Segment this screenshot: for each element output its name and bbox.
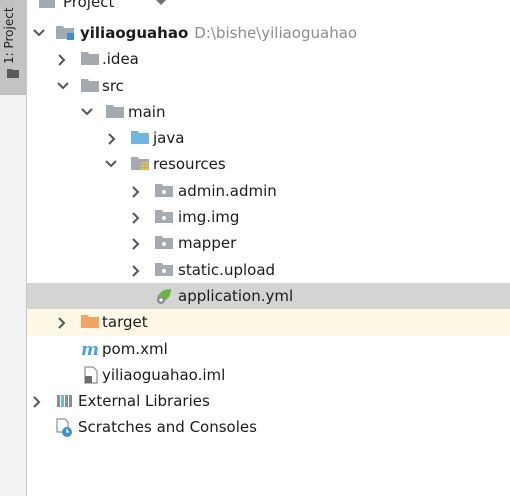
scratches-icon: [56, 418, 72, 438]
project-tool-tab[interactable]: 1: Project: [0, 0, 26, 95]
tree-row-mapper[interactable]: mapper: [27, 230, 510, 256]
idea-label: .idea: [102, 50, 139, 69]
chevron-right-icon[interactable]: [32, 396, 42, 408]
source-folder-icon: [131, 131, 149, 145]
chevron-down-icon[interactable]: [105, 159, 117, 169]
tree-row-application[interactable]: application.yml: [27, 282, 510, 310]
package-folder-icon: [155, 210, 173, 224]
tree-row-idea[interactable]: .idea: [27, 46, 510, 72]
pom-label: pom.xml: [102, 339, 168, 358]
tree-row-img[interactable]: img.img: [27, 204, 510, 230]
chevron-down-icon[interactable]: [81, 107, 93, 117]
tree-row-root[interactable]: yiliaoguahao D:\bishe\yiliaoguahao: [27, 20, 510, 46]
tree-row-scratches[interactable]: Scratches and Consoles: [27, 414, 510, 440]
chevron-right-icon[interactable]: [57, 317, 67, 329]
spring-config-icon: [156, 288, 171, 304]
chevron-down-icon[interactable]: [57, 81, 69, 91]
folder-icon: [7, 69, 19, 78]
resources-label: resources: [153, 155, 226, 174]
root-name: yiliaoguahao: [80, 24, 189, 42]
img-label: img.img: [178, 208, 240, 227]
tree-row-main[interactable]: main: [27, 99, 510, 125]
libraries-icon: [57, 395, 72, 408]
external-libraries-label: External Libraries: [78, 392, 210, 411]
tree-row-target[interactable]: target: [27, 309, 510, 336]
chevron-right-icon[interactable]: [107, 133, 117, 145]
chevron-down-icon[interactable]: [33, 28, 45, 38]
iml-label: yiliaoguahao.iml: [102, 365, 226, 384]
chevron-right-icon[interactable]: [131, 264, 141, 277]
package-folder-icon: [155, 262, 173, 276]
project-tree: yiliaoguahao D:\bishe\yiliaoguahao .idea …: [27, 20, 510, 441]
folder-icon: [81, 52, 99, 66]
tree-row-java[interactable]: java: [27, 125, 510, 151]
src-label: src: [102, 76, 124, 95]
chevron-down-icon[interactable]: [155, 0, 167, 7]
tree-row-admin[interactable]: admin.admin: [27, 178, 510, 204]
chevron-right-icon[interactable]: [57, 54, 67, 67]
project-header: Project: [27, 0, 510, 15]
resources-folder-icon: [131, 157, 149, 171]
module-file-icon: [84, 366, 98, 384]
scratches-label: Scratches and Consoles: [78, 418, 257, 437]
tree-row-iml[interactable]: yiliaoguahao.iml: [27, 362, 510, 388]
folder-icon: [106, 104, 124, 118]
tree-row-resources[interactable]: resources: [27, 151, 510, 177]
application-label: application.yml: [178, 286, 294, 305]
package-folder-icon: [155, 183, 173, 197]
tool-window-strip: 1: Project: [0, 0, 27, 496]
static-label: static.upload: [178, 260, 276, 279]
root-path: D:\bishe\yiliaoguahao: [194, 24, 358, 42]
folder-icon: [81, 78, 99, 92]
tree-row-src[interactable]: src: [27, 73, 510, 99]
chevron-right-icon[interactable]: [131, 186, 141, 198]
mapper-label: mapper: [178, 234, 237, 253]
main-label: main: [128, 102, 166, 121]
maven-icon: m: [81, 340, 99, 358]
project-tab-label: 1: Project: [2, 7, 16, 64]
java-label: java: [153, 129, 185, 148]
tree-row-external-libraries[interactable]: External Libraries: [27, 388, 510, 414]
package-folder-icon: [155, 236, 173, 250]
svg-text:m: m: [81, 340, 99, 358]
root-label: yiliaoguahao D:\bishe\yiliaoguahao: [80, 24, 357, 42]
project-view-title[interactable]: Project: [63, 0, 114, 11]
module-folder-icon: [56, 26, 74, 40]
chevron-right-icon[interactable]: [131, 212, 141, 224]
project-folder-icon: [39, 0, 55, 8]
chevron-right-icon[interactable]: [131, 238, 141, 251]
tree-row-pom[interactable]: m pom.xml: [27, 336, 510, 362]
tree-row-static[interactable]: static.upload: [27, 257, 510, 283]
excluded-folder-icon: [81, 315, 99, 329]
target-label: target: [102, 313, 148, 332]
admin-label: admin.admin: [178, 181, 277, 200]
